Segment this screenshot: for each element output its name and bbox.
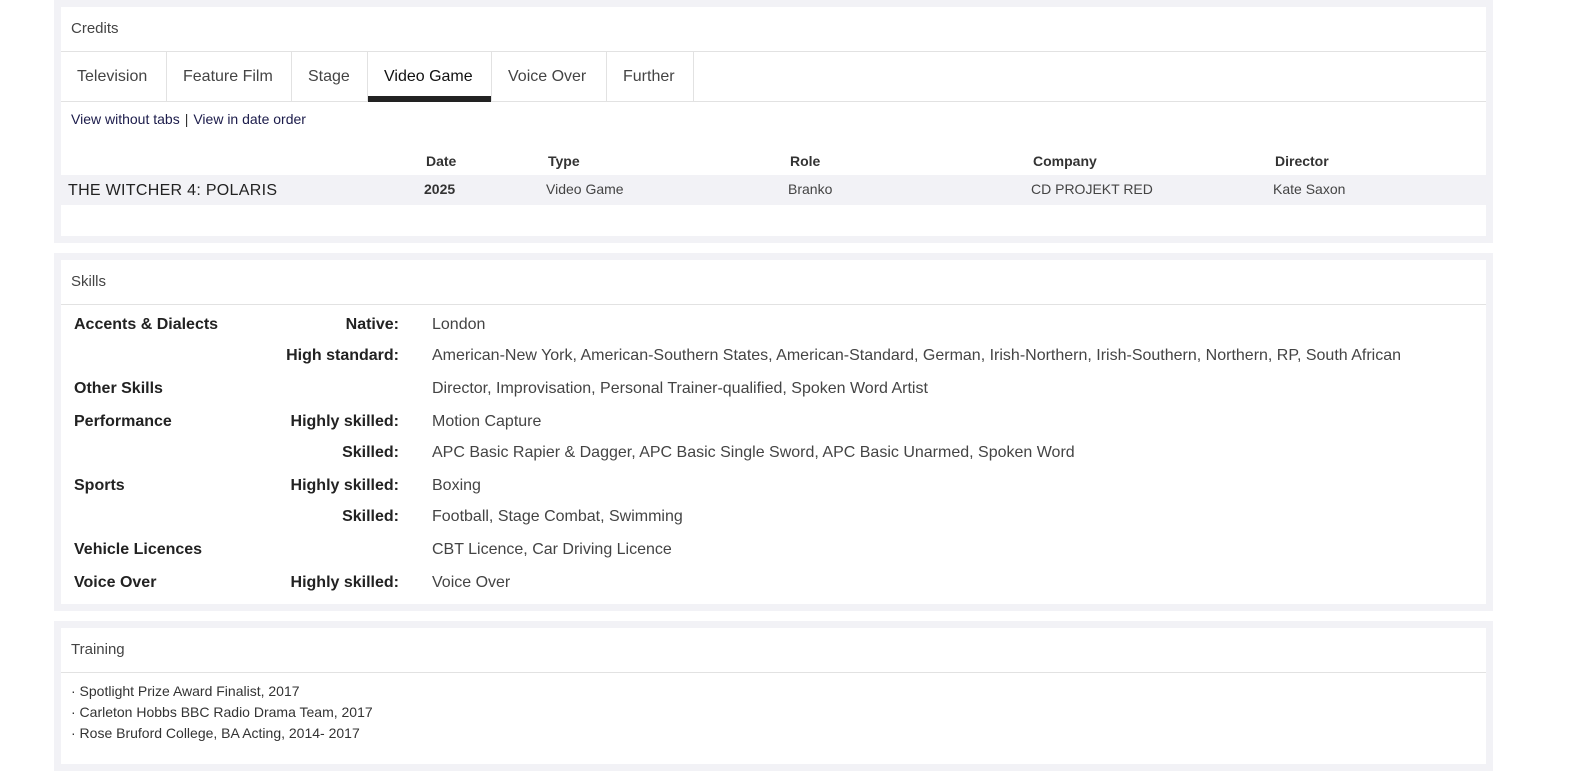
skill-value: Director, Improvisation, Personal Traine…	[432, 380, 928, 397]
view-without-tabs-link[interactable]: View without tabs	[71, 111, 180, 127]
skill-row: Performance Highly skilled: Motion Captu…	[61, 410, 1486, 434]
skill-level: Highly skilled:	[290, 574, 399, 591]
training-title: Training	[61, 628, 1486, 673]
skill-category: Accents & Dialects	[74, 316, 219, 333]
tab-television[interactable]: Television	[61, 52, 167, 101]
skill-value: London	[432, 316, 486, 333]
skill-row: Accents & Dialects Native: London	[61, 313, 1486, 337]
training-panel: Training · Spotlight Prize Award Finalis…	[54, 621, 1493, 771]
credits-tabs: Television Feature Film Stage Video Game…	[61, 52, 1486, 102]
tab-feature-film[interactable]: Feature Film	[167, 52, 292, 101]
skill-category: Voice Over	[74, 574, 157, 591]
skill-value: Football, Stage Combat, Swimming	[432, 508, 683, 525]
credit-director: Kate Saxon	[1273, 181, 1346, 197]
tab-voice-over[interactable]: Voice Over	[492, 52, 607, 101]
skill-row: Skilled: APC Basic Rapier & Dagger, APC …	[61, 441, 1486, 465]
skill-value: Voice Over	[432, 574, 511, 591]
skill-level: High standard:	[286, 347, 399, 364]
skill-category: Sports	[74, 477, 125, 494]
credit-role: Branko	[788, 181, 833, 197]
skill-category: Vehicle Licences	[74, 541, 203, 558]
list-item: · Rose Bruford College, BA Acting, 2014-…	[71, 725, 360, 741]
skill-level: Native:	[345, 316, 399, 333]
skill-level: Skilled:	[342, 444, 399, 461]
skills-panel: Skills Accents & Dialects Native: London…	[54, 253, 1493, 611]
tab-stage[interactable]: Stage	[292, 52, 368, 101]
skill-category: Performance	[74, 413, 172, 430]
skill-value: APC Basic Rapier & Dagger, APC Basic Sin…	[432, 444, 1075, 461]
training-list: · Spotlight Prize Award Finalist, 2017 ·…	[61, 673, 1486, 744]
list-item: · Spotlight Prize Award Finalist, 2017	[71, 683, 300, 699]
skill-row: Sports Highly skilled: Boxing	[61, 474, 1486, 498]
skill-value: American-New York, American-Southern Sta…	[432, 347, 1402, 364]
skill-row: High standard: American-New York, Americ…	[61, 344, 1486, 368]
credits-panel: Credits Television Feature Film Stage Vi…	[54, 0, 1493, 243]
skill-level: Highly skilled:	[290, 413, 399, 430]
credits-title: Credits	[61, 7, 1486, 52]
credits-table-header: Date Type Role Company Director	[61, 137, 1486, 175]
credit-date: 2025	[424, 181, 456, 197]
skill-level: Highly skilled:	[290, 477, 399, 494]
table-row: THE WITCHER 4: POLARIS 2025 Video Game B…	[61, 175, 1486, 205]
tab-video-game[interactable]: Video Game	[368, 52, 492, 102]
skill-value: CBT Licence, Car Driving Licence	[432, 541, 672, 558]
skill-row: Voice Over Highly skilled: Voice Over	[61, 571, 1486, 595]
link-separator: |	[184, 111, 189, 127]
credits-table: Date Type Role Company Director THE WITC…	[61, 137, 1486, 205]
skill-row: Vehicle Licences CBT Licence, Car Drivin…	[61, 538, 1486, 562]
skill-value: Motion Capture	[432, 413, 542, 430]
skill-level: Skilled:	[342, 508, 399, 525]
view-links: View without tabs | View in date order	[61, 102, 1486, 136]
skill-row: Skilled: Football, Stage Combat, Swimmin…	[61, 505, 1486, 529]
skill-category: Other Skills	[74, 380, 163, 397]
list-item: · Carleton Hobbs BBC Radio Drama Team, 2…	[71, 704, 373, 720]
credit-type: Video Game	[546, 181, 624, 197]
tab-further[interactable]: Further	[607, 52, 694, 101]
credit-company: CD PROJEKT RED	[1031, 181, 1153, 197]
view-date-order-link[interactable]: View in date order	[193, 111, 306, 127]
credit-title: THE WITCHER 4: POLARIS	[68, 182, 278, 199]
skills-title: Skills	[61, 260, 1486, 305]
skill-row: Other Skills Director, Improvisation, Pe…	[61, 377, 1486, 401]
skill-value: Boxing	[432, 477, 481, 494]
